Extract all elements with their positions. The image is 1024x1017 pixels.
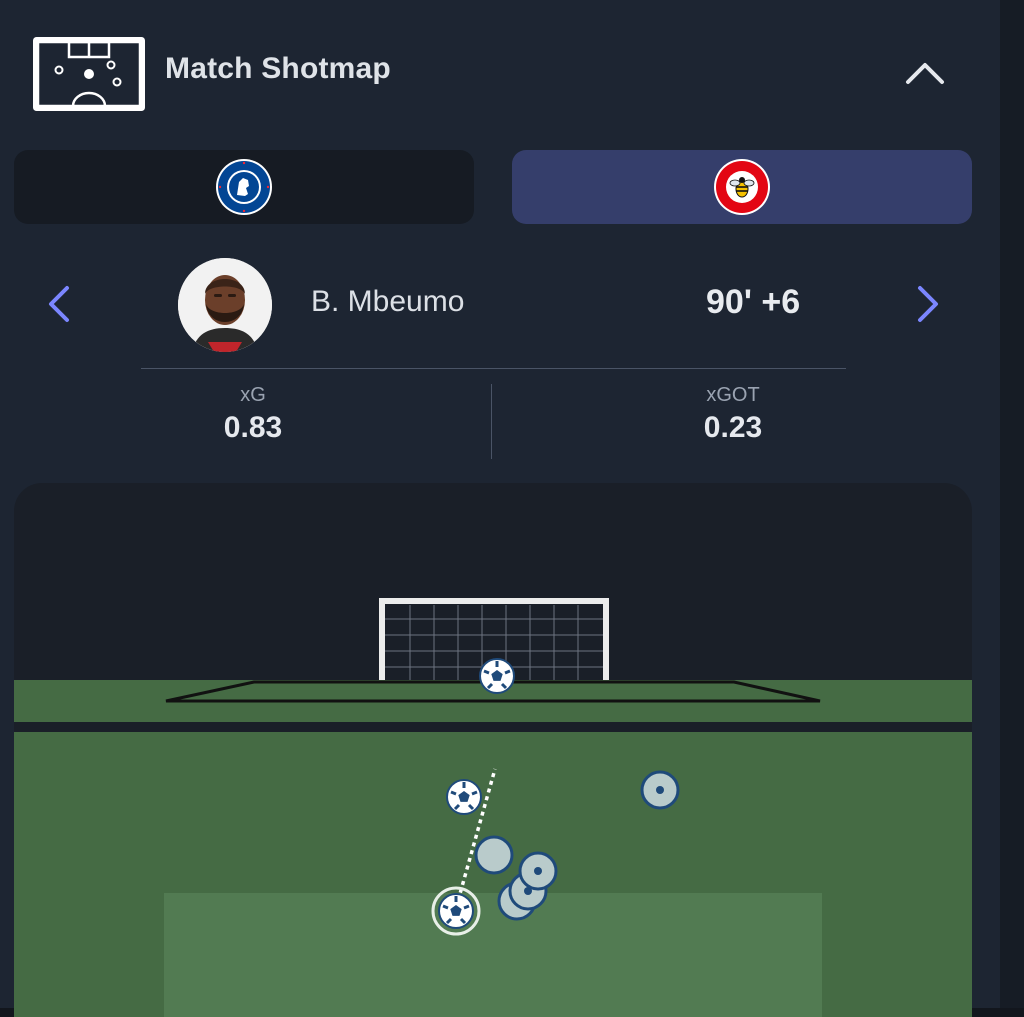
previous-shot-arrow-icon[interactable] bbox=[43, 284, 75, 324]
stat-xgot: xGOT 0.23 bbox=[633, 384, 833, 445]
player-avatar bbox=[178, 258, 272, 352]
stat-xg: xG 0.83 bbox=[153, 384, 353, 445]
penalty-area bbox=[164, 893, 822, 1017]
goal-shot-marker-selected[interactable] bbox=[437, 892, 475, 930]
shotmap-pitch bbox=[14, 483, 972, 1017]
tab-team-brentford[interactable] bbox=[512, 150, 972, 224]
tab-team-chelsea[interactable] bbox=[14, 150, 474, 224]
scrollbar-track[interactable] bbox=[1000, 0, 1024, 1017]
shotmap-header: Match Shotmap bbox=[0, 0, 1000, 140]
player-photo-icon bbox=[178, 258, 272, 352]
shot-marker[interactable] bbox=[474, 835, 514, 875]
divider bbox=[491, 384, 492, 459]
shot-minute: 90' +6 bbox=[706, 283, 801, 321]
next-shot-arrow-icon[interactable] bbox=[912, 284, 944, 324]
shot-end-location bbox=[478, 657, 516, 695]
player-name: B. Mbeumo bbox=[311, 285, 465, 318]
divider bbox=[141, 368, 846, 369]
page-title: Match Shotmap bbox=[165, 52, 391, 85]
shot-marker-dot bbox=[656, 786, 664, 794]
stat-label: xG bbox=[240, 384, 266, 406]
chelsea-crest-icon bbox=[216, 159, 272, 215]
pitch-icon bbox=[33, 37, 145, 111]
stat-value: 0.83 bbox=[223, 411, 283, 444]
stat-value: 0.23 bbox=[703, 411, 763, 444]
chevron-up-icon[interactable] bbox=[902, 52, 948, 92]
shot-marker-dot bbox=[534, 867, 542, 875]
goal-shot-marker[interactable] bbox=[445, 778, 483, 816]
brentford-crest-icon bbox=[714, 159, 770, 215]
stat-label: xGOT bbox=[706, 384, 760, 406]
